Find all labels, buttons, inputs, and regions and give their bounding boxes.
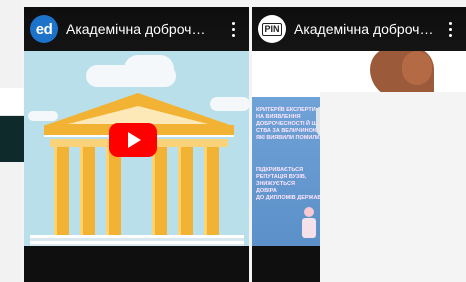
character-hair	[402, 51, 432, 85]
channel-avatar[interactable]: PIN	[258, 15, 286, 43]
temple-column	[54, 147, 69, 235]
video-bottom-bar	[24, 246, 249, 282]
youtube-play-button[interactable]	[109, 123, 157, 157]
video-header-2: PIN Академічна доброч…	[252, 7, 466, 51]
slide-line: РЕПУТАЦІЯ ВУЗІВ,	[256, 174, 307, 180]
slide-line: ЗНИЖУЄТЬСЯ	[256, 181, 295, 187]
slide-text-block-2: ПІДКРИВАЄТЬСЯ РЕПУТАЦІЯ ВУЗІВ, ЗНИЖУЄТЬС…	[256, 167, 325, 202]
page-fragment-dark	[0, 116, 24, 162]
page: ed Академічна доброч… КРИТЕРІЇВ ЕКСПЕРТИ…	[0, 0, 466, 282]
video-header-1: ed Академічна доброч…	[24, 7, 249, 51]
temple-column	[106, 147, 121, 235]
more-vert-icon[interactable]	[440, 15, 460, 43]
channel-avatar[interactable]: ed	[30, 15, 58, 43]
character-figure	[302, 207, 316, 243]
temple-column	[178, 147, 193, 235]
overlay-panel	[320, 92, 466, 282]
video-title[interactable]: Академічна доброч…	[294, 21, 440, 37]
edera-logo-icon: ed	[35, 20, 53, 38]
temple-column	[204, 147, 219, 235]
slide-line: ДОВІРА	[256, 188, 277, 194]
video-title[interactable]: Академічна доброч…	[66, 21, 223, 37]
slide-line: ПІДКРИВАЄТЬСЯ	[256, 167, 304, 173]
more-vert-icon[interactable]	[223, 15, 243, 43]
play-icon	[128, 132, 141, 148]
pin-logo-icon: PIN	[262, 22, 282, 36]
cloud-shape	[124, 55, 174, 83]
temple-column	[80, 147, 95, 235]
temple-column	[152, 147, 167, 235]
temple-pediment-inner	[68, 106, 208, 124]
video-embed-1[interactable]: ed Академічна доброч…	[24, 7, 249, 282]
page-fragment-white	[0, 88, 24, 116]
slide-line: ДО ДИПЛОМІВ ДЕРЖАВИ	[256, 195, 326, 201]
